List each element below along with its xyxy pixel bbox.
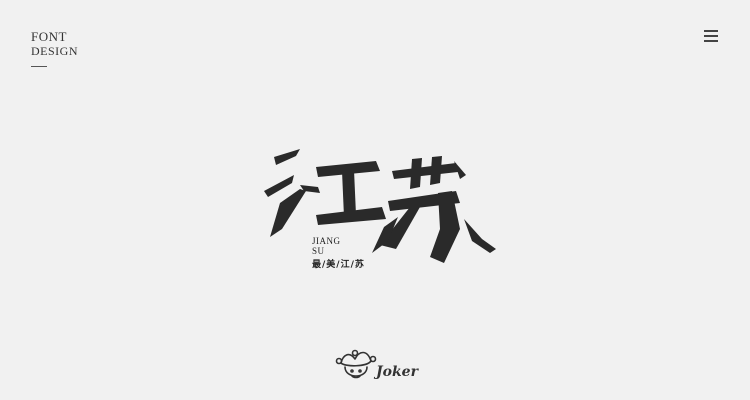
joker-logo: Joker bbox=[335, 347, 420, 387]
menu-bar bbox=[704, 30, 718, 32]
brand-title-line2: Design bbox=[31, 44, 78, 58]
slogan-text: 最/美/江/苏 bbox=[312, 260, 365, 270]
brand-title-line1: Font bbox=[31, 29, 67, 44]
artwork-caption: JIANG SU 最/美/江/苏 bbox=[312, 236, 382, 270]
pinyin-line2: SU bbox=[312, 246, 325, 256]
brand-underline bbox=[31, 66, 47, 67]
brand-title[interactable]: Font Design bbox=[31, 29, 111, 67]
menu-bar bbox=[704, 35, 718, 37]
menu-bar bbox=[704, 40, 718, 42]
jester-hat-icon bbox=[335, 349, 377, 379]
pinyin-line1: JIANG bbox=[312, 236, 341, 246]
jiangsu-characters-graphic bbox=[264, 149, 496, 263]
hamburger-menu-icon[interactable] bbox=[704, 29, 720, 43]
jiangsu-calligraphy-artwork bbox=[260, 145, 510, 275]
joker-logo-text: Joker bbox=[376, 364, 418, 380]
